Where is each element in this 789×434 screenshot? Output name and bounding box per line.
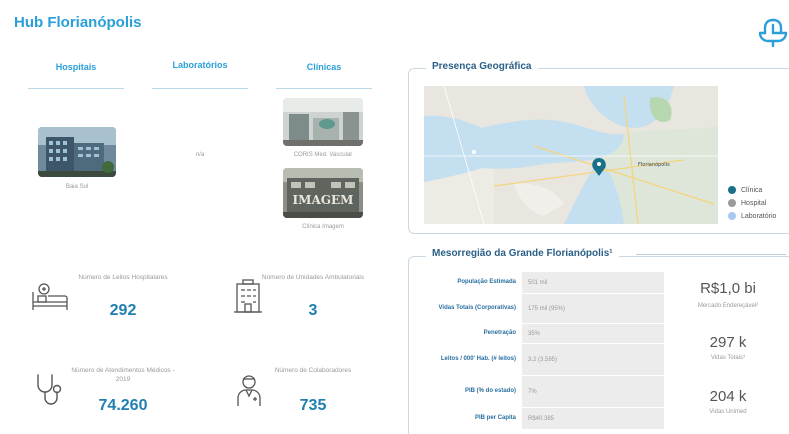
- kpi-label-staff: Número de Colaboradores: [274, 367, 352, 374]
- meso-row: Leitos / 000' Hab. (# leitos) 3,2 (3.595…: [436, 344, 664, 376]
- legend-lab-dot: [728, 212, 736, 220]
- stethoscope-icon: [37, 374, 62, 405]
- kpi-label-appointments: Número de Atendimentos Médicos - 2019: [71, 367, 175, 383]
- meso-key: PIB (% do estado): [464, 387, 516, 394]
- hospital-bed-icon: [32, 283, 68, 310]
- meso-row: PIB (% do estado) 7%: [436, 376, 664, 408]
- kpi-label-beds: Número de Leitos Hospitalares: [78, 274, 168, 281]
- stat-value-market: R$1,0 bi: [700, 280, 756, 297]
- kpi-value-appointments: 74.260: [98, 397, 148, 414]
- meso-key: Vidas Totais (Corporativas): [438, 304, 516, 311]
- kpi-label-units: Número de Unidades Ambulatoriais: [261, 274, 365, 281]
- map-city-label: Florianópolis: [638, 161, 670, 168]
- column-divider: [152, 88, 248, 89]
- meso-key: População Estimada: [457, 278, 516, 285]
- clinic-photo-imagem: IMAGEM: [283, 168, 363, 218]
- meso-key: Penetração: [483, 329, 516, 336]
- legend-item-hospital: Hospital: [728, 199, 766, 207]
- meso-panel-title: Mesorregião da Grande Florianópolis¹: [426, 248, 619, 259]
- meso-value: R$40.385: [522, 408, 664, 429]
- column-header-clinics: Clínicas: [306, 62, 342, 72]
- legend-lab-label: Laboratório: [741, 212, 777, 220]
- meso-value: 175 mil (95%): [522, 294, 664, 323]
- legend-item-lab: Laboratório: [728, 212, 776, 220]
- geo-panel-title: Presença Geográfica: [426, 61, 538, 72]
- labs-empty-text: n/a: [195, 152, 205, 158]
- legend-clinic-dot: [728, 186, 736, 194]
- stat-value-lives-total: 297 k: [709, 334, 747, 351]
- legend-clinic-label: Clínica: [741, 186, 763, 194]
- kpi-value-beds: 292: [109, 302, 137, 319]
- column-header-hospitals: Hospitais: [55, 62, 97, 72]
- legend-hospital-label: Hospital: [741, 199, 767, 207]
- clinic-caption-imagem: Clínica Imagem: [302, 224, 344, 230]
- meso-value: 501 mil: [522, 272, 664, 293]
- meso-key: Leitos / 000' Hab. (# leitos): [440, 355, 516, 362]
- meso-value: 35%: [522, 324, 664, 343]
- stat-label-market: Mercado Endereçável²: [697, 303, 759, 309]
- meso-row: População Estimada 501 mil: [436, 272, 664, 294]
- hospital-photo: [38, 127, 116, 177]
- meso-table: População Estimada 501 mil Vidas Totais …: [436, 272, 664, 430]
- clinic-caption-coris: CORIS Med. Vascular: [293, 152, 353, 158]
- svg-text:IMAGEM: IMAGEM: [293, 193, 354, 207]
- meso-value: 3,2 (3.595): [522, 344, 664, 375]
- stat-value-lives-unimed: 204 k: [709, 388, 747, 405]
- stat-label-lives-total: Vidas Totais³: [710, 355, 746, 361]
- clinic-photo-coris: [283, 98, 363, 146]
- hospital-caption: Baia Sul: [65, 184, 89, 190]
- kpi-value-staff: 735: [299, 397, 327, 414]
- page-title: Hub Florianópolis: [14, 14, 142, 31]
- legend-hospital-dot: [728, 199, 736, 207]
- meso-value: 7%: [522, 376, 664, 407]
- column-divider: [276, 88, 372, 89]
- meso-row: PIB per Capita R$40.385: [436, 408, 664, 430]
- meso-title-line: [636, 254, 786, 255]
- kpi-value-units: 3: [308, 302, 318, 319]
- column-header-labs: Laboratórios: [172, 60, 228, 70]
- meso-key: PIB per Capita: [474, 414, 516, 421]
- meso-row: Vidas Totais (Corporativas) 175 mil (95%…: [436, 294, 664, 324]
- stat-label-lives-unimed: Vidas Unimed: [709, 409, 747, 415]
- legend-item-clinic: Clínica: [728, 186, 762, 194]
- meso-row: Penetração 35%: [436, 324, 664, 344]
- column-divider: [28, 88, 124, 89]
- geo-map[interactable]: Florianópolis: [424, 86, 718, 224]
- brand-logo-icon: [758, 18, 788, 48]
